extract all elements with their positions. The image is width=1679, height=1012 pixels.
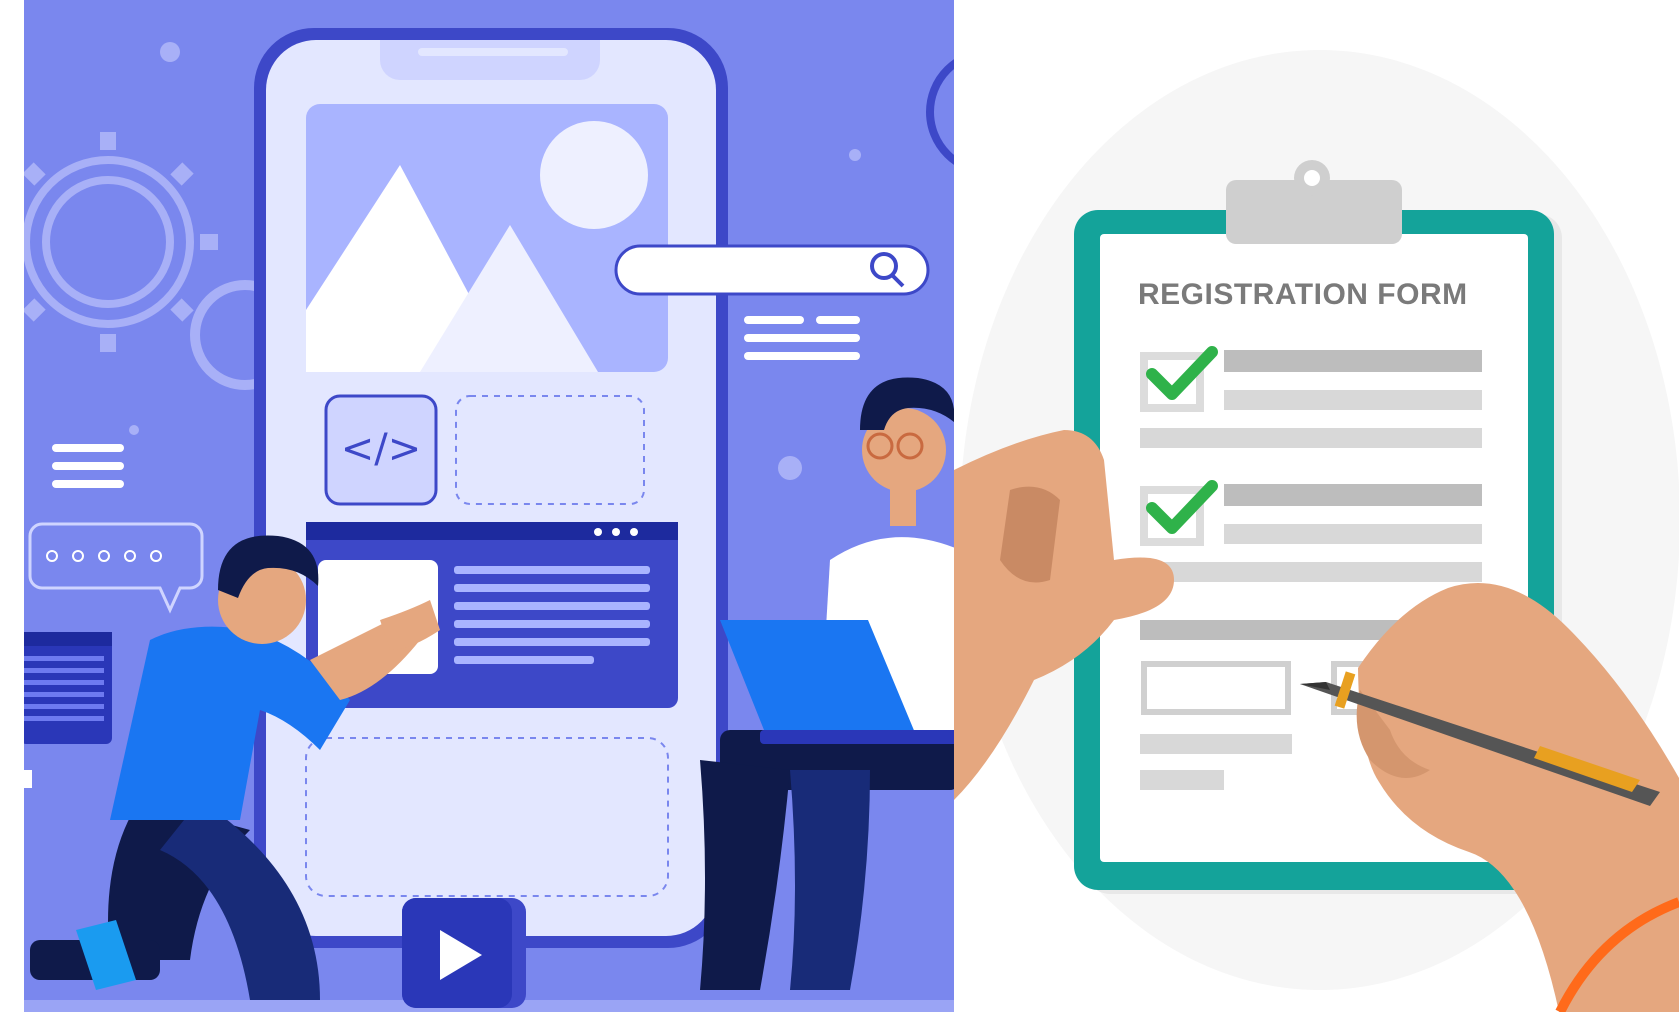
registration-form-title: REGISTRATION FORM <box>1138 278 1468 311</box>
decor-dot <box>129 425 139 435</box>
search-bar <box>614 244 930 296</box>
person-developer-seated <box>700 377 954 990</box>
text-lines-decor <box>52 444 124 488</box>
phone-mockup: </> <box>254 28 728 948</box>
form-line <box>1140 734 1292 754</box>
gear-icon <box>24 132 218 352</box>
illustration-canvas: </> REGISTRATION FORM <box>0 0 1679 1012</box>
svg-text:</>: </> <box>341 426 422 472</box>
illustration-svg: </> <box>24 0 1679 1012</box>
image-placeholder-icon <box>306 104 668 372</box>
form-row <box>1140 350 1482 448</box>
form-line <box>1140 770 1224 790</box>
decor-dot <box>849 149 861 161</box>
form-row <box>1140 484 1482 582</box>
decor-dot <box>778 456 802 480</box>
code-icon: </> <box>324 394 438 506</box>
decor-dot <box>160 42 180 62</box>
browser-window-decor <box>24 632 112 788</box>
text-lines-decor <box>744 316 860 360</box>
chat-bubble-icon <box>28 522 204 614</box>
play-icon <box>402 898 526 1008</box>
